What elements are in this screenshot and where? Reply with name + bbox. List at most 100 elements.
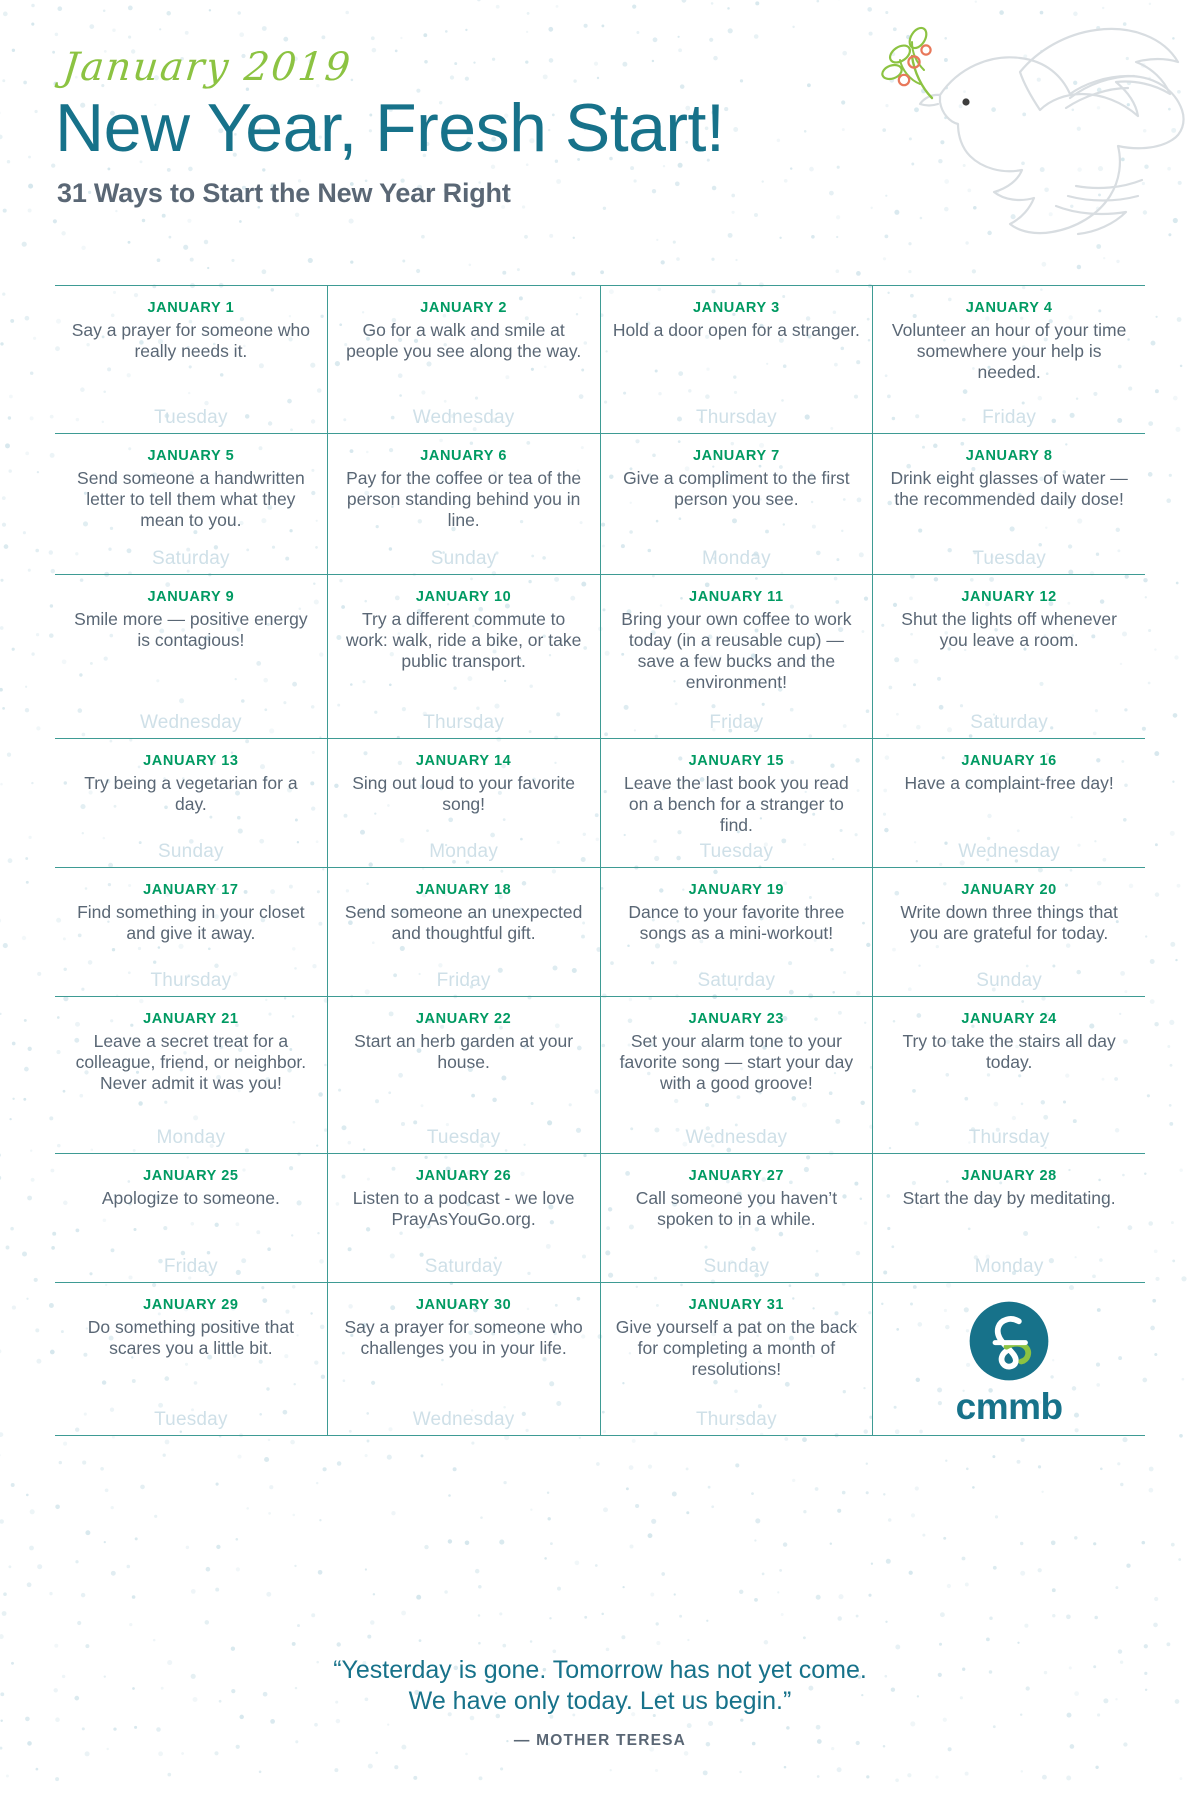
day-of-week-label: Thursday xyxy=(150,970,232,991)
quote-text: “Yesterday is gone. Tomorrow has not yet… xyxy=(0,1655,1200,1718)
calendar-day-cell[interactable]: JANUARY 13 Try being a vegetarian for a d… xyxy=(55,739,327,867)
calendar-day-cell[interactable]: JANUARY 26 Listen to a podcast - we love … xyxy=(326,1154,600,1282)
calendar-day-cell[interactable]: JANUARY 10 Try a different commute to wor… xyxy=(326,575,600,738)
day-date-label: JANUARY 14 xyxy=(415,753,512,769)
day-of-week-label: Thursday xyxy=(695,1409,777,1430)
day-activity-text: Start an herb garden at your house. xyxy=(354,1031,574,1072)
day-activity-text: Smile more — positive energy is contagio… xyxy=(74,609,308,650)
day-activity-text: Shut the lights off whenever you leave a… xyxy=(901,609,1117,650)
day-activity-text: Give yourself a pat on the back for comp… xyxy=(615,1317,857,1379)
day-of-week-label: Monday xyxy=(701,548,771,569)
day-of-week-label: Wednesday xyxy=(958,841,1061,862)
day-date-label: JANUARY 26 xyxy=(415,1168,512,1184)
calendar-day-cell[interactable]: JANUARY 6 Pay for the coffee or tea of th… xyxy=(326,434,600,574)
day-of-week-label: Tuesday xyxy=(154,1409,228,1430)
calendar-day-cell[interactable]: JANUARY 11 Bring your own coffee to work … xyxy=(599,575,873,738)
day-activity-text: Pay for the coffee or tea of the person … xyxy=(346,468,582,530)
day-of-week-label: Thursday xyxy=(695,407,777,428)
month-year-script: January 2019 xyxy=(60,45,355,90)
cmmb-logo-cell[interactable]: cmmb xyxy=(872,1283,1145,1435)
day-date-label: JANUARY 29 xyxy=(143,1297,239,1313)
day-date-label: JANUARY 30 xyxy=(415,1297,512,1313)
day-activity-text: Have a complaint-free day! xyxy=(904,773,1114,793)
calendar-day-cell[interactable]: JANUARY 24 Try to take the stairs all day… xyxy=(872,997,1145,1153)
calendar-day-cell[interactable]: JANUARY 9 Smile more — positive energy is… xyxy=(55,575,327,738)
quote-line-2: We have only today. Let us begin.” xyxy=(408,1687,792,1716)
day-date-label: JANUARY 19 xyxy=(688,882,785,898)
day-of-week-label: Saturday xyxy=(970,712,1048,733)
calendar-week-row: JANUARY 25 Apologize to someone. Friday JAN… xyxy=(55,1153,1145,1282)
day-date-label: JANUARY 25 xyxy=(143,1168,239,1184)
calendar-day-cell[interactable]: JANUARY 25 Apologize to someone. Friday xyxy=(55,1154,327,1282)
day-activity-text: Hold a door open for a stranger. xyxy=(612,320,860,340)
day-activity-text: Apologize to someone. xyxy=(101,1188,280,1208)
day-date-label: JANUARY 5 xyxy=(147,448,235,464)
calendar-day-cell[interactable]: JANUARY 7 Give a compliment to the first … xyxy=(599,434,873,574)
day-of-week-label: Sunday xyxy=(703,1256,770,1277)
day-of-week-label: Saturday xyxy=(424,1256,503,1277)
calendar-week-row: JANUARY 9 Smile more — positive energy is… xyxy=(55,574,1145,738)
calendar-day-cell[interactable]: JANUARY 30 Say a prayer for someone who c… xyxy=(326,1283,600,1435)
day-date-label: JANUARY 20 xyxy=(961,882,1057,898)
day-activity-text: Try being a vegetarian for a day. xyxy=(84,773,298,814)
calendar-day-cell[interactable]: JANUARY 15 Leave the last book you read o… xyxy=(599,739,873,867)
footer-quote-block: “Yesterday is gone. Tomorrow has not yet… xyxy=(0,1655,1200,1750)
day-activity-text: Send someone an unexpected and thoughtfu… xyxy=(344,902,583,943)
day-of-week-label: Sunday xyxy=(158,841,224,862)
day-activity-text: Write down three things that you are gra… xyxy=(900,902,1118,943)
calendar-day-cell[interactable]: JANUARY 31 Give yourself a pat on the bac… xyxy=(599,1283,873,1435)
day-date-label: JANUARY 6 xyxy=(420,448,508,464)
day-of-week-label: Tuesday xyxy=(972,548,1046,569)
day-of-week-label: Sunday xyxy=(976,970,1042,991)
day-of-week-label: Friday xyxy=(163,1256,218,1277)
day-activity-text: Bring your own coffee to work today (in … xyxy=(621,609,852,692)
calendar-day-cell[interactable]: JANUARY 1 Say a prayer for someone who re… xyxy=(55,286,327,433)
quote-line-1: “Yesterday is gone. Tomorrow has not yet… xyxy=(333,1656,867,1684)
day-of-week-label: Monday xyxy=(156,1127,226,1148)
day-date-label: JANUARY 3 xyxy=(692,300,780,316)
day-of-week-label: Thursday xyxy=(423,712,505,733)
day-of-week-label: Wednesday xyxy=(685,1127,788,1148)
calendar-day-cell[interactable]: JANUARY 21 Leave a secret treat for a col… xyxy=(55,997,327,1153)
day-activity-text: Drink eight glasses of water — the recom… xyxy=(890,468,1128,509)
calendar-day-cell[interactable]: JANUARY 16 Have a complaint-free day! Wedn… xyxy=(872,739,1145,867)
cmmb-wordmark: cmmb xyxy=(955,1386,1063,1427)
day-of-week-label: Monday xyxy=(429,841,499,862)
calendar-day-cell[interactable]: JANUARY 29 Do something positive that sca… xyxy=(55,1283,327,1435)
calendar-day-cell[interactable]: JANUARY 22 Start an herb garden at your h… xyxy=(326,997,600,1153)
calendar-week-row: JANUARY 21 Leave a secret treat for a col… xyxy=(55,996,1145,1153)
day-date-label: JANUARY 23 xyxy=(688,1011,785,1027)
calendar-day-cell[interactable]: JANUARY 5 Send someone a handwritten lett… xyxy=(55,434,327,574)
day-date-label: JANUARY 22 xyxy=(415,1011,512,1027)
day-activity-text: Listen to a podcast - we love PrayAsYouG… xyxy=(352,1188,575,1229)
day-date-label: JANUARY 4 xyxy=(965,300,1053,316)
calendar-day-cell[interactable]: JANUARY 17 Find something in your closet … xyxy=(55,868,327,996)
calendar-day-cell[interactable]: JANUARY 14 Sing out loud to your favorite… xyxy=(326,739,600,867)
day-of-week-label: Saturday xyxy=(697,970,776,991)
calendar-day-cell[interactable]: JANUARY 2 Go for a walk and smile at peop… xyxy=(326,286,600,433)
calendar-day-cell[interactable]: JANUARY 27 Call someone you haven’t spoke… xyxy=(599,1154,873,1282)
calendar-day-cell[interactable]: JANUARY 4 Volunteer an hour of your time … xyxy=(872,286,1145,433)
day-date-label: JANUARY 15 xyxy=(688,753,785,769)
day-activity-text: Send someone a handwritten letter to tel… xyxy=(77,468,305,530)
calendar-day-cell[interactable]: JANUARY 18 Send someone an unexpected and… xyxy=(326,868,600,996)
calendar-day-cell[interactable]: JANUARY 28 Start the day by meditating. Mo… xyxy=(872,1154,1145,1282)
day-date-label: JANUARY 18 xyxy=(415,882,512,898)
day-date-label: JANUARY 31 xyxy=(688,1297,785,1313)
calendar-day-cell[interactable]: JANUARY 8 Drink eight glasses of water — … xyxy=(872,434,1145,574)
day-activity-text: Sing out loud to your favorite song! xyxy=(352,773,576,814)
day-activity-text: Call someone you haven’t spoken to in a … xyxy=(635,1188,838,1229)
day-date-label: JANUARY 11 xyxy=(689,589,784,605)
calendar-day-cell[interactable]: JANUARY 23 Set your alarm tone to your fa… xyxy=(599,997,873,1153)
day-date-label: JANUARY 7 xyxy=(692,448,780,464)
day-date-label: JANUARY 10 xyxy=(415,589,512,605)
day-activity-text: Dance to your favorite three songs as a … xyxy=(628,902,845,943)
calendar-day-cell[interactable]: JANUARY 20 Write down three things that y… xyxy=(872,868,1145,996)
day-activity-text: Do something positive that scares you a … xyxy=(87,1317,294,1358)
calendar-day-cell[interactable]: JANUARY 3 Hold a door open for a stranger… xyxy=(599,286,873,433)
day-of-week-label: Saturday xyxy=(152,548,230,569)
day-of-week-label: Monday xyxy=(974,1256,1044,1277)
calendar-day-cell[interactable]: JANUARY 19 Dance to your favorite three s… xyxy=(599,868,873,996)
quote-attribution: — MOTHER TERESA xyxy=(513,1731,687,1749)
calendar-day-cell[interactable]: JANUARY 12 Shut the lights off whenever y… xyxy=(872,575,1145,738)
